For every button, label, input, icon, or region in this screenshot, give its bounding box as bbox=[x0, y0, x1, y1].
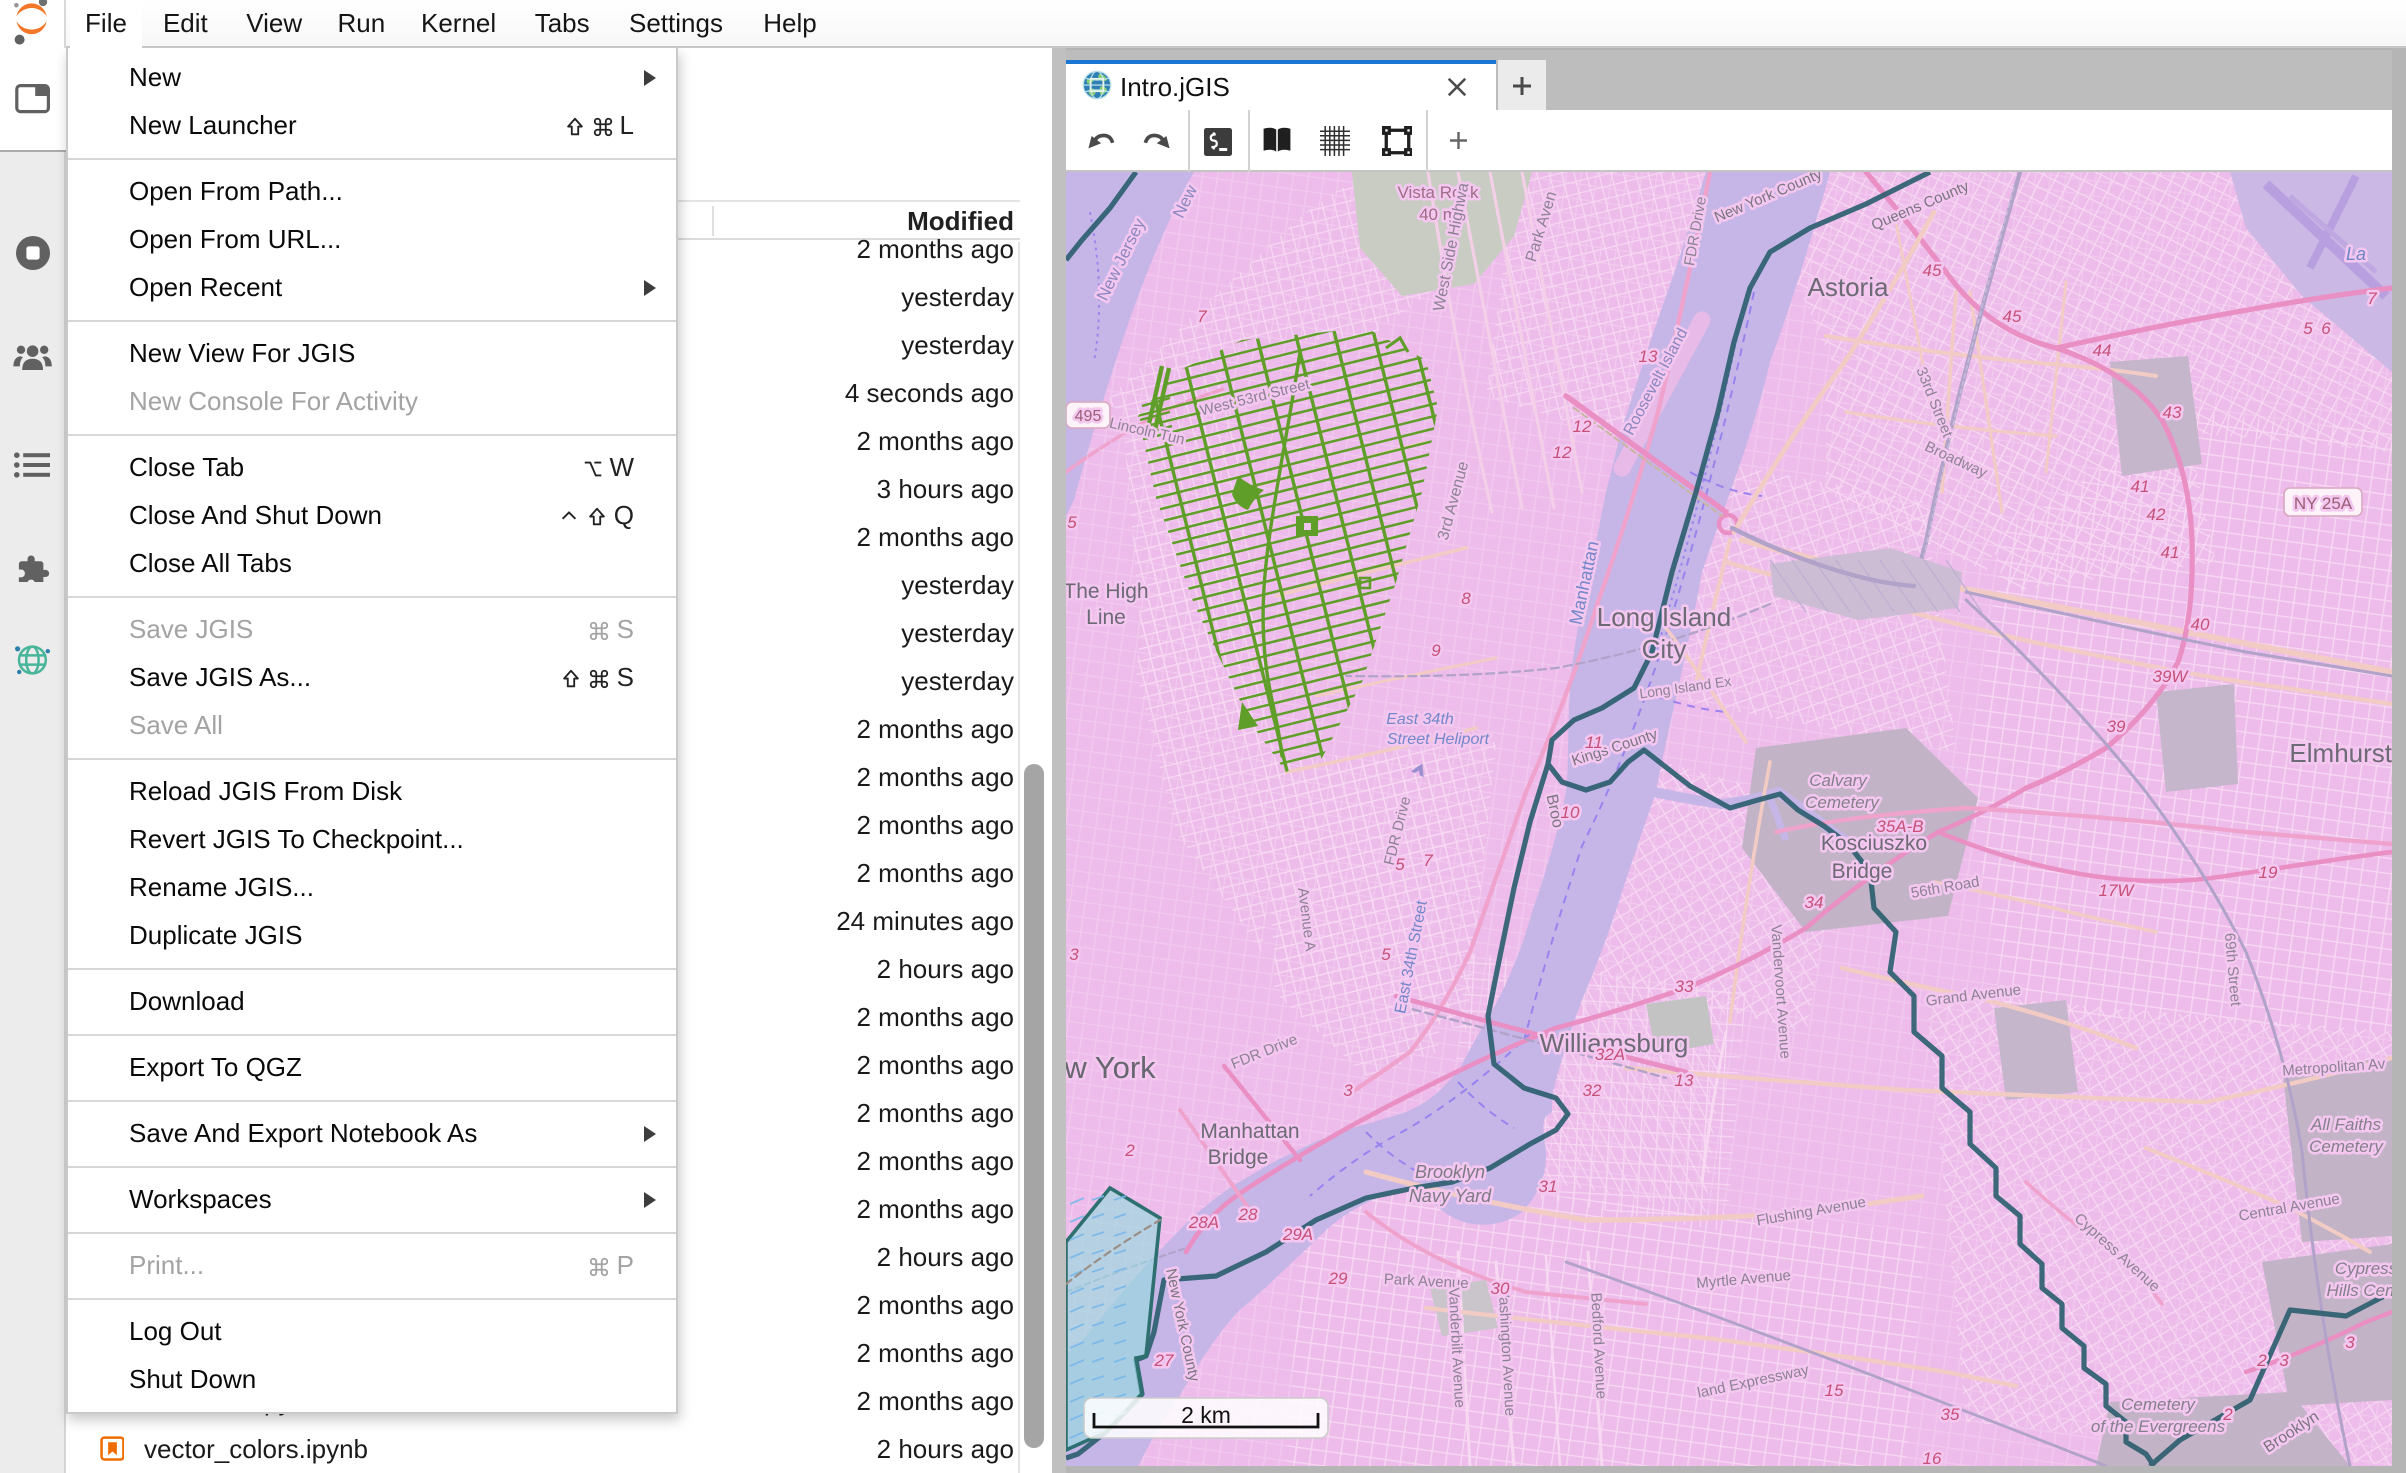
svg-text:13: 13 bbox=[1639, 347, 1658, 366]
svg-text:9: 9 bbox=[1431, 641, 1441, 660]
svg-text:39W: 39W bbox=[2153, 667, 2190, 686]
svg-text:Elmhurst: Elmhurst bbox=[2289, 738, 2392, 768]
svg-text:East 34th: East 34th bbox=[1386, 711, 1454, 728]
svg-text:45: 45 bbox=[1923, 261, 1942, 280]
svg-text:16: 16 bbox=[1923, 1449, 1942, 1466]
svg-text:2: 2 bbox=[2222, 1405, 2233, 1424]
svg-text:35: 35 bbox=[1941, 1405, 1960, 1424]
svg-text:8: 8 bbox=[1461, 589, 1471, 608]
svg-text:43: 43 bbox=[2163, 403, 2182, 422]
svg-text:31: 31 bbox=[1539, 1177, 1558, 1196]
svg-text:2: 2 bbox=[1124, 1141, 1135, 1160]
svg-text:Calvary: Calvary bbox=[1809, 771, 1868, 790]
svg-text:41: 41 bbox=[2131, 477, 2150, 496]
svg-text:7: 7 bbox=[1423, 851, 1433, 870]
svg-text:5: 5 bbox=[1395, 855, 1405, 874]
svg-text:29A: 29A bbox=[1282, 1225, 1313, 1244]
svg-text:11: 11 bbox=[1585, 733, 1603, 752]
svg-text:5: 5 bbox=[2303, 319, 2313, 338]
svg-text:Cemetery: Cemetery bbox=[1805, 793, 1880, 812]
svg-text:33: 33 bbox=[1675, 977, 1694, 996]
svg-text:13: 13 bbox=[1675, 1071, 1694, 1090]
svg-text:27: 27 bbox=[1154, 1351, 1174, 1370]
svg-text:5: 5 bbox=[1067, 513, 1077, 532]
svg-text:30: 30 bbox=[1491, 1279, 1510, 1298]
svg-text:Manhattan: Manhattan bbox=[1200, 1120, 1299, 1143]
svg-text:3: 3 bbox=[2345, 1333, 2355, 1352]
svg-text:41: 41 bbox=[2161, 543, 2180, 562]
svg-text:Cemetery: Cemetery bbox=[2309, 1137, 2384, 1156]
svg-text:Hills Cemet: Hills Cemet bbox=[2327, 1281, 2392, 1300]
svg-text:Cemetery: Cemetery bbox=[2121, 1395, 2196, 1414]
svg-text:w York: w York bbox=[1066, 1050, 1156, 1085]
svg-text:35A-B: 35A-B bbox=[1876, 817, 1923, 836]
svg-text:of the Evergreens: of the Evergreens bbox=[2091, 1417, 2226, 1436]
svg-text:40: 40 bbox=[2191, 615, 2210, 634]
svg-text:Street Heliport: Street Heliport bbox=[1387, 731, 1490, 748]
svg-text:7: 7 bbox=[2367, 289, 2377, 308]
svg-text:2: 2 bbox=[2256, 1351, 2267, 1370]
svg-text:Line: Line bbox=[1086, 606, 1126, 629]
svg-text:Long Island: Long Island bbox=[1597, 602, 1731, 632]
svg-text:42: 42 bbox=[2147, 505, 2166, 524]
svg-text:10: 10 bbox=[1561, 803, 1580, 822]
svg-text:32A: 32A bbox=[1595, 1045, 1625, 1064]
svg-text:12: 12 bbox=[1553, 443, 1572, 462]
svg-text:Navy Yard: Navy Yard bbox=[1409, 1186, 1492, 1206]
svg-text:City: City bbox=[1642, 634, 1687, 664]
svg-text:17W: 17W bbox=[2099, 881, 2136, 900]
svg-text:19: 19 bbox=[2259, 863, 2278, 882]
svg-text:Bridge: Bridge bbox=[1832, 860, 1893, 883]
svg-text:44: 44 bbox=[2093, 341, 2112, 360]
svg-text:7: 7 bbox=[1197, 307, 1207, 326]
svg-text:3: 3 bbox=[1069, 945, 1079, 964]
svg-text:Bridge: Bridge bbox=[1208, 1146, 1269, 1169]
svg-text:32: 32 bbox=[1583, 1081, 1602, 1100]
svg-text:La: La bbox=[2346, 244, 2366, 264]
svg-text:Brooklyn: Brooklyn bbox=[1415, 1162, 1485, 1182]
svg-text:All Faiths: All Faiths bbox=[2310, 1115, 2381, 1134]
svg-text:3: 3 bbox=[1343, 1081, 1353, 1100]
svg-text:6: 6 bbox=[2321, 319, 2331, 338]
svg-text:28: 28 bbox=[1238, 1205, 1258, 1224]
svg-text:The High: The High bbox=[1066, 580, 1149, 603]
svg-text:Astoria: Astoria bbox=[1808, 272, 1889, 302]
svg-text:2 km: 2 km bbox=[1181, 1402, 1231, 1428]
svg-text:495: 495 bbox=[1075, 408, 1102, 425]
svg-text:15: 15 bbox=[1825, 1381, 1844, 1400]
svg-text:12: 12 bbox=[1573, 417, 1592, 436]
svg-text:39: 39 bbox=[2107, 717, 2126, 736]
svg-text:34: 34 bbox=[1805, 893, 1824, 912]
svg-text:5: 5 bbox=[1381, 945, 1391, 964]
svg-text:NY 25A: NY 25A bbox=[2294, 494, 2353, 513]
svg-text:3: 3 bbox=[2279, 1351, 2289, 1370]
svg-text:28A: 28A bbox=[1188, 1213, 1219, 1232]
svg-text:45: 45 bbox=[2003, 307, 2022, 326]
svg-text:Cypress: Cypress bbox=[2335, 1259, 2392, 1278]
svg-text:29: 29 bbox=[1328, 1269, 1348, 1288]
